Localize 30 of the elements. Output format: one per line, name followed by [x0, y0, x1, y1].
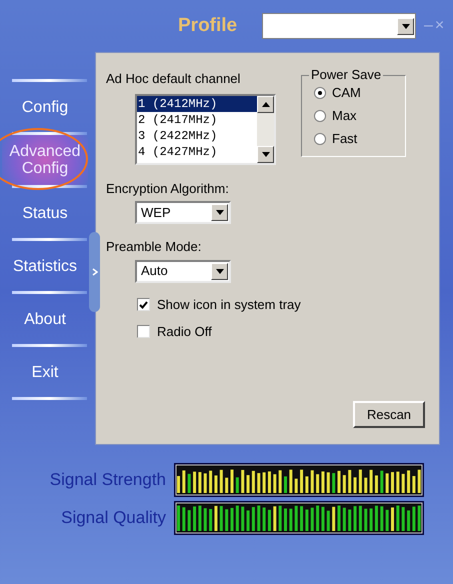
list-item[interactable]: 1 (2412MHz) [137, 96, 257, 112]
sidebar-item[interactable]: Status [2, 188, 88, 238]
meter-label: Signal Quality [60, 507, 166, 530]
sidebar-item[interactable]: Statistics [2, 241, 88, 291]
profile-select[interactable] [262, 13, 416, 39]
radio-option[interactable]: Max [314, 107, 405, 125]
sidebar-item[interactable]: Exit [2, 347, 88, 397]
field-label: Preamble Mode: [106, 238, 202, 256]
window-title: Profile [178, 14, 238, 38]
rescan-button[interactable]: Rescan [353, 401, 425, 428]
list-item[interactable]: 2 (2417MHz) [137, 112, 257, 128]
sidebar-item[interactable]: About [2, 294, 88, 344]
radio-option[interactable]: Fast [314, 130, 405, 148]
scroll-down-icon[interactable] [257, 146, 274, 162]
checkbox-option[interactable]: Show icon in system tray [137, 296, 439, 314]
panel-grip-icon [89, 232, 100, 312]
field-label: Encryption Algorithm: [106, 180, 230, 198]
scrollbar[interactable] [257, 96, 274, 162]
scroll-up-icon[interactable] [257, 96, 274, 112]
checkbox-option[interactable]: Radio Off [137, 322, 439, 340]
sidebar-item[interactable]: Config [2, 82, 88, 132]
radio-option[interactable]: CAM [314, 84, 405, 102]
list-item[interactable]: 3 (2422MHz) [137, 128, 257, 144]
sidebar-item[interactable]: Advanced Config [2, 135, 88, 185]
encryption-select[interactable]: WEP [135, 201, 231, 224]
list-item[interactable]: 4 (2427MHz) [137, 144, 257, 160]
field-label: Ad Hoc default channel [106, 70, 242, 88]
preamble-select[interactable]: Auto [135, 260, 231, 282]
channel-list[interactable]: 1 (2412MHz) 2 (2417MHz) 3 (2422MHz) 4 (2427MHz) [135, 94, 276, 164]
meter-label: Signal Strength [48, 469, 166, 492]
